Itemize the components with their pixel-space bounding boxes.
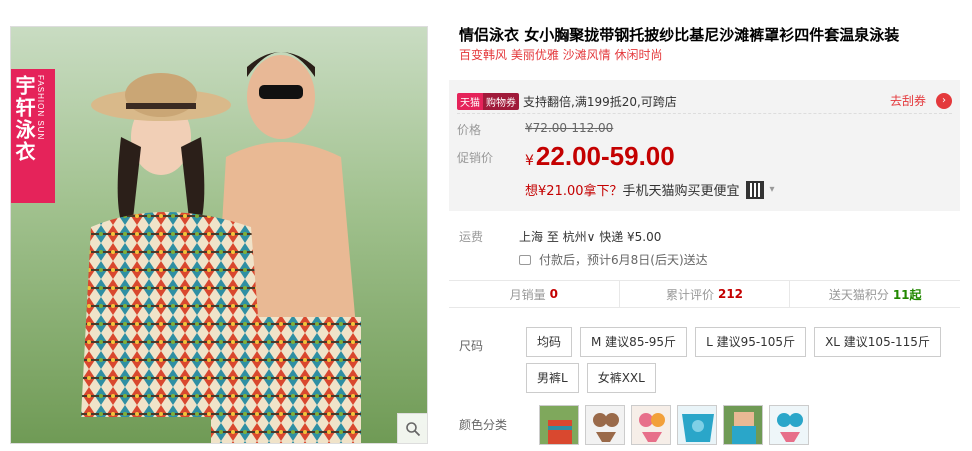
size-option[interactable]: 女裤XXL — [586, 363, 656, 393]
stat-value: 212 — [717, 287, 744, 301]
magnifier-icon — [405, 421, 420, 436]
tmall-tag: 天猫 — [457, 93, 483, 110]
sale-price-value: 22.00-59.00 — [535, 141, 675, 171]
sale-price: ¥ 22.00-59.00 — [525, 141, 675, 172]
product-title: 情侣泳衣 女小胸聚拢带钢托披纱比基尼沙滩裤罩衫四件套温泉泳装 — [459, 26, 900, 44]
coupon-tag: 购物券 — [483, 93, 519, 110]
mobile-promo-amount: ¥21.00拿下？ — [538, 184, 623, 199]
delivery-estimate-text: 付款后，预计6月8日(后天)送达 — [539, 253, 708, 267]
color-swatch[interactable] — [723, 405, 763, 445]
stat-value: 11起 — [892, 287, 922, 302]
get-coupon-label: 去刮券 — [889, 94, 926, 108]
product-subtitle: 百变韩风 美丽优雅 沙滩风情 休闲时尚 — [459, 48, 663, 62]
promo-row: 天猫 购物券 支持翻倍,满199抵20,可跨店 — [457, 93, 677, 110]
color-swatch[interactable] — [769, 405, 809, 445]
color-swatch[interactable] — [631, 405, 671, 445]
size-options: 均码 M 建议85-95斤 L 建议95-105斤 XL 建议105-115斤 … — [526, 327, 956, 399]
product-image[interactable]: 宇轩泳衣 FASHION SUN — [10, 26, 428, 444]
mobile-promo-suffix: 手机天猫购买更便宜 — [622, 184, 740, 199]
original-price-label: 价格 — [457, 123, 482, 137]
color-swatch[interactable] — [677, 405, 717, 445]
color-options — [539, 405, 815, 445]
product-photo — [11, 27, 427, 443]
size-option[interactable]: M 建议85-95斤 — [580, 327, 688, 357]
price-box: 天猫 购物券 支持翻倍,满199抵20,可跨店 去刮券 › 价格 ¥72.00-… — [449, 80, 960, 211]
stat-label: 送天猫积分 — [828, 287, 889, 302]
brand-name-en: FASHION SUN — [36, 75, 45, 141]
get-coupon-link[interactable]: 去刮券 › — [890, 92, 952, 109]
stat-reviews[interactable]: 累计评价 212 — [620, 281, 791, 307]
chevron-right-icon: › — [936, 92, 952, 109]
zoom-button[interactable] — [397, 413, 427, 443]
stat-points: 送天猫积分 11起 — [790, 281, 960, 307]
color-swatch[interactable] — [585, 405, 625, 445]
brand-badge: 宇轩泳衣 FASHION SUN — [11, 69, 55, 203]
truck-icon — [519, 254, 531, 265]
stat-value: 0 — [549, 287, 559, 301]
stat-label: 累计评价 — [665, 287, 714, 302]
color-swatch[interactable] — [539, 405, 579, 445]
brand-name: 宇轩泳衣 — [12, 75, 36, 163]
chevron-down-icon: ▾ — [769, 184, 775, 195]
stat-monthly-sales: 月销量 0 — [449, 281, 620, 307]
stats-bar: 月销量 0 累计评价 212 送天猫积分 11起 — [449, 280, 960, 308]
divider — [457, 113, 952, 114]
color-label: 颜色分类 — [459, 418, 508, 432]
currency-symbol: ¥ — [525, 153, 534, 169]
size-option[interactable]: XL 建议105-115斤 — [814, 327, 941, 357]
shipping-route[interactable]: 上海 至 杭州∨ 快递 ¥5.00 — [519, 228, 661, 245]
size-option[interactable]: L 建议95-105斤 — [695, 327, 807, 357]
mobile-promo-prefix: 想 — [525, 184, 539, 199]
stat-label: 月销量 — [509, 287, 546, 302]
promo-text: 支持翻倍,满199抵20,可跨店 — [523, 95, 677, 109]
original-price: ¥72.00-112.00 — [525, 121, 614, 135]
size-option[interactable]: 男裤L — [526, 363, 579, 393]
size-option[interactable]: 均码 — [526, 327, 573, 357]
delivery-estimate: 付款后，预计6月8日(后天)送达 — [519, 251, 708, 268]
size-label: 尺码 — [459, 339, 484, 353]
mobile-promo[interactable]: 想 ¥21.00拿下？ 手机天猫购买更便宜 ▾ — [525, 180, 775, 199]
sale-price-label: 促销价 — [457, 151, 494, 165]
qr-code-icon[interactable] — [745, 180, 764, 199]
shipping-label: 运费 — [459, 230, 484, 244]
